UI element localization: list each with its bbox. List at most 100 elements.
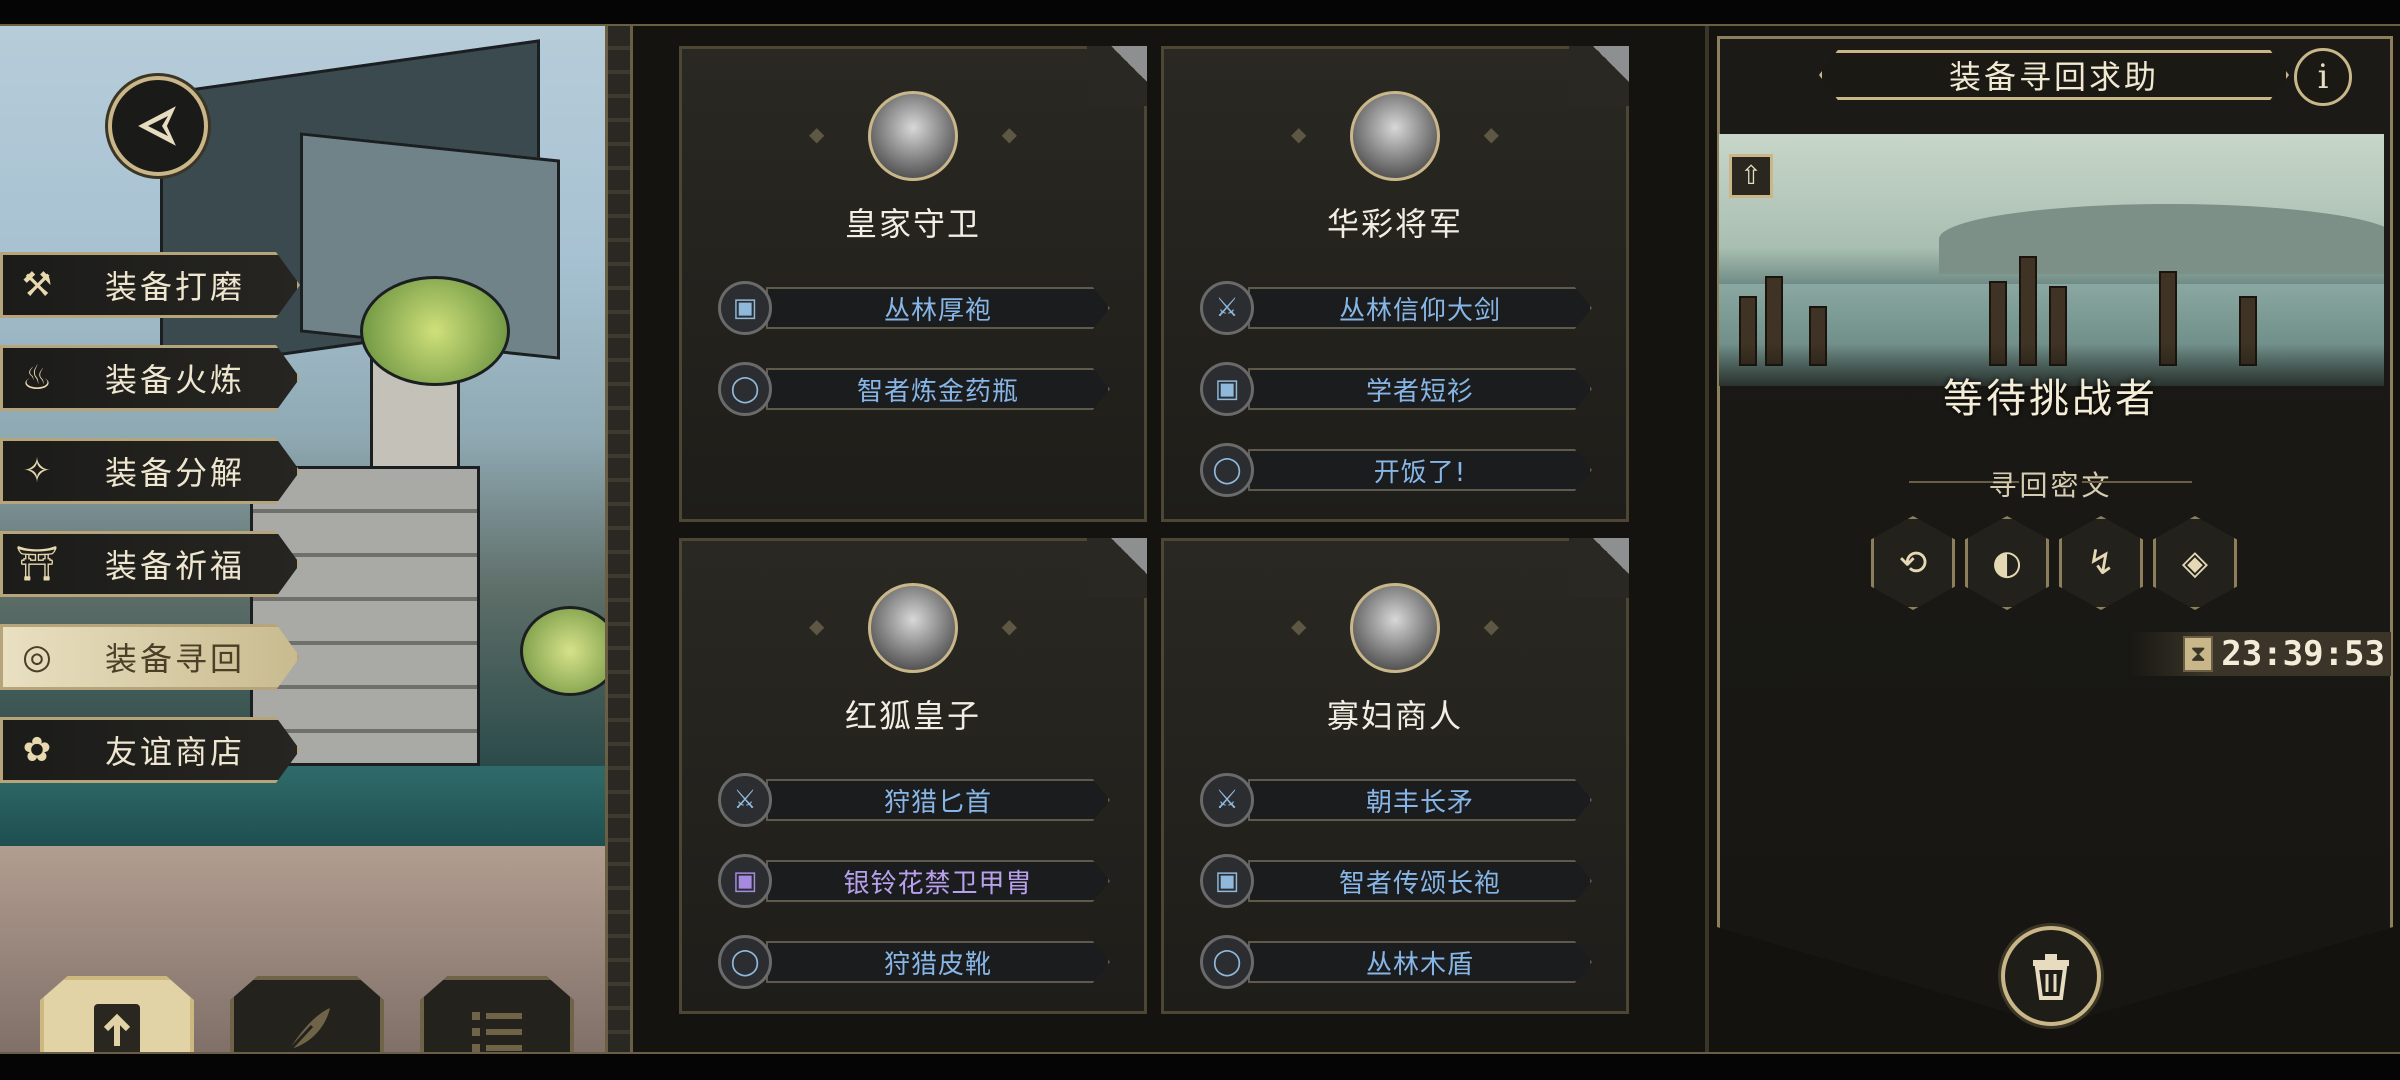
armor-icon: ▣	[1200, 854, 1254, 908]
trash-icon	[2033, 954, 2069, 1000]
menu-item[interactable]: ♨ 装备火炼	[0, 345, 300, 411]
hammer-icon: ⚒	[21, 265, 53, 305]
equipment-name: 朝丰长矛	[1248, 779, 1592, 821]
menu-item-label: 装备打磨	[105, 268, 246, 306]
scene-bush	[520, 606, 605, 696]
cipher-runes: ⟲ ◐ ↯ ◈	[1871, 516, 2237, 610]
armor-icon: ▣	[718, 281, 772, 335]
character-name: 红狐皇子	[844, 697, 981, 735]
hourglass-icon: ⧗	[2183, 636, 2214, 672]
cipher-rune-3-icon[interactable]: ↯	[2059, 516, 2143, 610]
sword-icon: ⚔	[718, 773, 772, 827]
bottom-border	[0, 1052, 2400, 1080]
info-icon: i	[2317, 57, 2329, 97]
menu-item-label: 装备火炼	[105, 361, 246, 399]
panel-title: 装备寻回求助	[1819, 50, 2289, 100]
fox-icon: ✿	[22, 730, 52, 770]
menu-item[interactable]: ⚒ 装备打磨	[0, 252, 300, 318]
menu-item[interactable]: ⛩ 装备祈福	[0, 531, 300, 597]
sword-icon: ⚔	[1200, 281, 1254, 335]
tab-list[interactable]	[420, 976, 574, 1052]
cipher-rune-2-icon[interactable]: ◐	[1965, 516, 2049, 610]
character-name: 寡妇商人	[1326, 697, 1463, 735]
cipher-rune-4-icon[interactable]: ◈	[2153, 516, 2237, 610]
equipment-name: 丛林木盾	[1248, 941, 1592, 983]
equipment-cards-panel: 皇家守卫 ▣ 丛林厚袍 ◯ 智者炼金药瓶 华彩将军 ⚔ 丛林信仰大剑 ▣	[633, 26, 1705, 1052]
feather-icon	[284, 1008, 330, 1052]
equipment-slot[interactable]: ◯ 开饭了!	[1200, 443, 1592, 497]
pray-icon: ⛩	[15, 544, 59, 584]
equipment-name: 开饭了!	[1248, 449, 1592, 491]
list-icon	[472, 1012, 522, 1052]
equipment-name: 狩猎匕首	[766, 779, 1110, 821]
scene-bush	[360, 276, 510, 386]
tab-feather[interactable]	[230, 976, 384, 1052]
equipment-card[interactable]: 寡妇商人 ⚔ 朝丰长矛 ▣ 智者传颂长袍 ◯ 丛林木盾	[1161, 538, 1629, 1014]
side-menu: ⚒ 装备打磨 ♨ 装备火炼 ✧ 装备分解 ⛩ 装备祈福 ◎ 装备寻回 ✿ 友谊商店	[0, 252, 310, 810]
upload-icon: ⇧	[1740, 161, 1762, 191]
general-portrait	[1291, 91, 1499, 181]
tab-upload[interactable]	[40, 976, 194, 1052]
equipment-name: 学者短衫	[1248, 368, 1592, 410]
upload-icon	[94, 1004, 140, 1052]
equipment-name: 狩猎皮靴	[766, 941, 1110, 983]
retrieve-icon: ◎	[22, 637, 52, 677]
menu-item-label: 装备分解	[105, 454, 246, 492]
back-button[interactable]	[108, 76, 208, 176]
flame-icon: ♨	[21, 358, 53, 398]
equipment-name: 银铃花禁卫甲胄	[766, 860, 1110, 902]
armor-icon: ▣	[718, 854, 772, 908]
panel-divider	[605, 26, 633, 1052]
bottom-tabs	[40, 976, 574, 1052]
countdown-timer: ⧗ 23:39:53	[2129, 632, 2391, 676]
equipment-slot[interactable]: ◯ 狩猎皮靴	[718, 935, 1110, 989]
divider-line	[2082, 481, 2192, 483]
equipment-card[interactable]: 华彩将军 ⚔ 丛林信仰大剑 ▣ 学者短衫 ◯ 开饭了!	[1161, 46, 1629, 522]
equipment-slot[interactable]: ⚔ 狩猎匕首	[718, 773, 1110, 827]
equipment-slot[interactable]: ⚔ 朝丰长矛	[1200, 773, 1592, 827]
challenge-scene-image	[1719, 134, 2384, 386]
widow-merchant-portrait	[1291, 583, 1499, 673]
menu-item[interactable]: ✿ 友谊商店	[0, 717, 300, 783]
equipment-name: 智者炼金药瓶	[766, 368, 1110, 410]
character-name: 华彩将军	[1326, 205, 1463, 243]
retrieve-help-panel: 装备寻回求助 i ⇧ 等待挑战者 寻回密文 ⟲ ◐ ↯ ◈ ⧗ 23:39:53	[1705, 26, 2400, 1052]
menu-item-label: 装备祈福	[105, 547, 246, 585]
equipment-slot[interactable]: ▣ 银铃花禁卫甲胄	[718, 854, 1110, 908]
trash-button[interactable]	[2001, 926, 2101, 1026]
equipment-slot[interactable]: ◯ 丛林木盾	[1200, 935, 1592, 989]
equipment-slot[interactable]: ▣ 智者传颂长袍	[1200, 854, 1592, 908]
equipment-card[interactable]: 皇家守卫 ▣ 丛林厚袍 ◯ 智者炼金药瓶	[679, 46, 1147, 522]
menu-item[interactable]: ◎ 装备寻回	[0, 624, 300, 690]
equipment-name: 智者传颂长袍	[1248, 860, 1592, 902]
ring-icon: ◯	[1200, 443, 1254, 497]
cipher-label: 寻回密文	[1988, 469, 2113, 502]
character-name: 皇家守卫	[844, 205, 981, 243]
scene-hill	[1939, 204, 2384, 274]
timer-value: 23:39:53	[2221, 634, 2385, 674]
royal-guard-portrait	[809, 91, 1017, 181]
armor-icon: ▣	[1200, 362, 1254, 416]
share-button[interactable]: ⇧	[1729, 154, 1773, 198]
decompose-icon: ✧	[22, 451, 52, 491]
fox-prince-portrait	[809, 583, 1017, 673]
menu-item-label: 友谊商店	[105, 733, 246, 771]
status-text: 等待挑战者	[1943, 376, 2158, 422]
ring-icon: ◯	[718, 362, 772, 416]
info-button[interactable]: i	[2294, 48, 2352, 106]
equipment-slot[interactable]: ◯ 智者炼金药瓶	[718, 362, 1110, 416]
cipher-rune-1-icon[interactable]: ⟲	[1871, 516, 1955, 610]
equipment-slot[interactable]: ▣ 学者短衫	[1200, 362, 1592, 416]
equipment-name: 丛林信仰大剑	[1248, 287, 1592, 329]
ring-icon: ◯	[718, 935, 772, 989]
top-border	[0, 0, 2400, 26]
menu-item-label: 装备寻回	[105, 640, 246, 678]
sword-icon: ⚔	[1200, 773, 1254, 827]
menu-item[interactable]: ✧ 装备分解	[0, 438, 300, 504]
back-arrow-icon	[133, 101, 181, 151]
ring-icon: ◯	[1200, 935, 1254, 989]
equipment-slot[interactable]: ▣ 丛林厚袍	[718, 281, 1110, 335]
equipment-name: 丛林厚袍	[766, 287, 1110, 329]
equipment-slot[interactable]: ⚔ 丛林信仰大剑	[1200, 281, 1592, 335]
equipment-card[interactable]: 红狐皇子 ⚔ 狩猎匕首 ▣ 银铃花禁卫甲胄 ◯ 狩猎皮靴	[679, 538, 1147, 1014]
